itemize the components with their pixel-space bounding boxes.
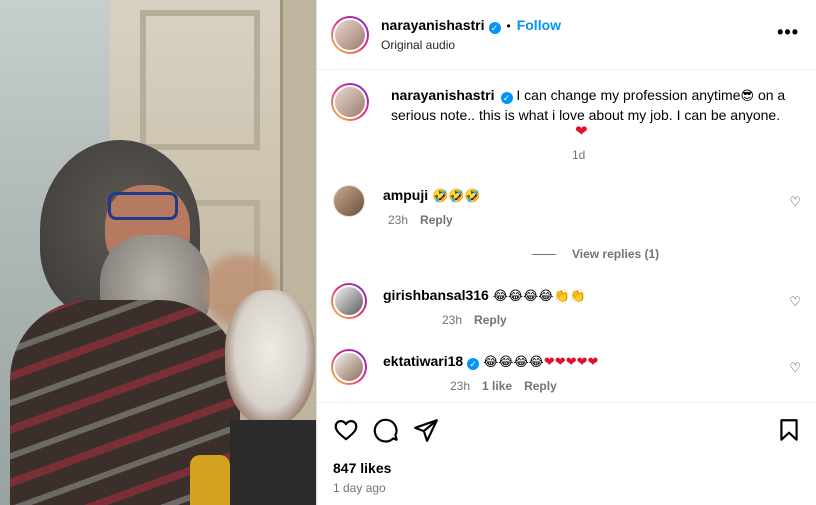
comment-meta: 23h Reply — [442, 313, 519, 327]
post-date: 1 day ago — [333, 481, 386, 495]
comment-meta: 23h Reply — [388, 213, 465, 227]
comment-username[interactable]: girishbansal316 — [383, 287, 489, 303]
more-icon[interactable]: ••• — [777, 22, 799, 43]
media-person-glasses — [108, 192, 178, 220]
comment-text: 🤣🤣🤣 — [432, 189, 481, 204]
comment-like-heart-icon[interactable]: ♡ — [789, 294, 801, 310]
sunglasses-emoji: 😎 — [740, 89, 755, 104]
media-shadow — [230, 420, 316, 505]
view-replies-line — [532, 253, 556, 255]
verified-icon: ✓ — [488, 22, 501, 34]
post-header: narayanishastri ✓ • Follow Original audio •… — [317, 0, 816, 70]
comment-text: 😂😂😂😂👏👏 — [492, 289, 586, 304]
bookmark-icon[interactable] — [776, 417, 802, 443]
caption-text: narayanishastri ✓ I can change my profess… — [391, 86, 791, 125]
author-username[interactable]: narayanishastri — [381, 17, 485, 33]
comment-avatar[interactable] — [331, 283, 367, 319]
header-title-row: narayanishastri ✓ • Follow — [381, 17, 561, 35]
post-sidebar: narayanishastri ✓ • Follow Original audio •… — [316, 0, 816, 505]
comment-content: ektatiwari18 ✓ 😂😂😂😂❤❤❤❤❤ — [383, 353, 598, 370]
comment-content: girishbansal316 😂😂😂😂👏👏 — [383, 287, 586, 304]
comment-like-heart-icon[interactable]: ♡ — [789, 360, 801, 376]
author-avatar[interactable] — [331, 16, 369, 54]
reply-button[interactable]: Reply — [524, 379, 557, 393]
separator-dot: • — [506, 19, 511, 33]
media-jar — [190, 455, 230, 505]
media-drum — [225, 290, 315, 425]
follow-button[interactable]: Follow — [517, 17, 561, 33]
view-replies-button[interactable]: View replies (1) — [532, 247, 659, 261]
caption-line1: I can change my profession anytime — [516, 87, 741, 103]
post-media[interactable] — [0, 0, 316, 505]
comment-time[interactable]: 23h — [388, 213, 408, 227]
audio-label[interactable]: Original audio — [381, 38, 455, 52]
comment-time[interactable]: 23h — [450, 379, 470, 393]
comment-username[interactable]: ampuji — [383, 187, 428, 203]
comment-icon[interactable] — [373, 417, 399, 443]
comment-time[interactable]: 23h — [442, 313, 462, 327]
likes-count[interactable]: 847 likes — [333, 460, 391, 476]
comment-username[interactable]: ektatiwari18 — [383, 353, 463, 369]
caption-time[interactable]: 1d — [572, 148, 585, 162]
reply-button[interactable]: Reply — [420, 213, 453, 227]
post-actions: 847 likes 1 day ago — [317, 402, 816, 505]
caption-avatar[interactable] — [331, 83, 369, 121]
comment-avatar[interactable] — [333, 185, 365, 217]
comment-avatar[interactable] — [331, 349, 367, 385]
verified-icon: ✓ — [467, 358, 480, 370]
comment-meta: 23h 1 like Reply — [450, 379, 569, 393]
comment-like-heart-icon[interactable]: ♡ — [789, 194, 801, 210]
view-replies-label: View replies (1) — [572, 247, 660, 261]
comment-content: ampuji 🤣🤣🤣 — [383, 187, 481, 204]
share-icon[interactable] — [413, 417, 439, 443]
caption-heart-emoji: ❤ — [575, 122, 588, 140]
caption-username[interactable]: narayanishastri — [391, 87, 495, 103]
heart-icon[interactable] — [333, 417, 359, 443]
comment-text: 😂😂😂😂❤❤❤❤❤ — [483, 355, 599, 370]
verified-icon: ✓ — [500, 92, 513, 104]
comment-likes[interactable]: 1 like — [482, 379, 512, 393]
reply-button[interactable]: Reply — [474, 313, 507, 327]
